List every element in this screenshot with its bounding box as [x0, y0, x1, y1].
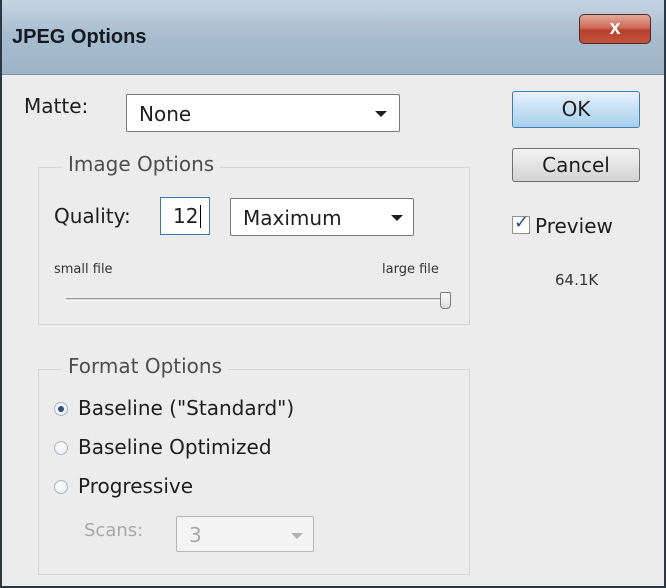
- jpeg-options-dialog: JPEG Options x Matte: None OK Cancel ✓ P…: [0, 0, 666, 588]
- slider-max-label: large file: [382, 262, 439, 277]
- slider-min-label: small file: [54, 262, 113, 277]
- ok-label: OK: [561, 97, 591, 121]
- cancel-button[interactable]: Cancel: [512, 148, 640, 182]
- chevron-down-icon: [375, 111, 387, 117]
- scans-value: 3: [189, 523, 202, 547]
- file-size: 64.1K: [555, 271, 599, 289]
- radio-button[interactable]: [54, 441, 68, 455]
- quality-label: Quality:: [54, 204, 131, 228]
- slider-thumb[interactable]: [440, 292, 451, 309]
- scans-dropdown[interactable]: 3: [176, 516, 314, 552]
- format-options-legend: Format Options: [62, 354, 229, 378]
- radio-label: Baseline ("Standard"): [78, 396, 295, 420]
- preview-checkbox[interactable]: ✓: [512, 212, 530, 234]
- quality-slider[interactable]: [66, 292, 456, 310]
- radio-button[interactable]: [54, 402, 68, 416]
- matte-value: None: [139, 102, 192, 126]
- quality-preset-dropdown[interactable]: Maximum: [230, 198, 414, 236]
- preview-label: Preview: [535, 214, 613, 238]
- scans-label: Scans:: [84, 520, 144, 541]
- ok-button[interactable]: OK: [512, 91, 640, 128]
- title-bar: JPEG Options x: [2, 0, 664, 75]
- cancel-label: Cancel: [542, 153, 610, 177]
- slider-track: [66, 298, 446, 301]
- radio-button[interactable]: [54, 480, 68, 494]
- image-options-legend: Image Options: [62, 152, 221, 176]
- matte-label: Matte:: [24, 94, 89, 118]
- quality-preset-value: Maximum: [243, 206, 342, 230]
- text-cursor: [200, 205, 201, 228]
- radio-label: Baseline Optimized: [78, 435, 272, 459]
- dialog-title: JPEG Options: [12, 26, 147, 48]
- quality-input[interactable]: 12: [160, 197, 210, 235]
- quality-value: 12: [173, 204, 199, 228]
- chevron-down-icon: [291, 533, 303, 539]
- matte-dropdown[interactable]: None: [126, 94, 400, 132]
- close-icon: x: [609, 17, 621, 39]
- radio-label: Progressive: [78, 474, 194, 498]
- close-button[interactable]: x: [579, 14, 651, 44]
- checkmark-icon: ✓: [514, 212, 530, 233]
- chevron-down-icon: [391, 215, 403, 221]
